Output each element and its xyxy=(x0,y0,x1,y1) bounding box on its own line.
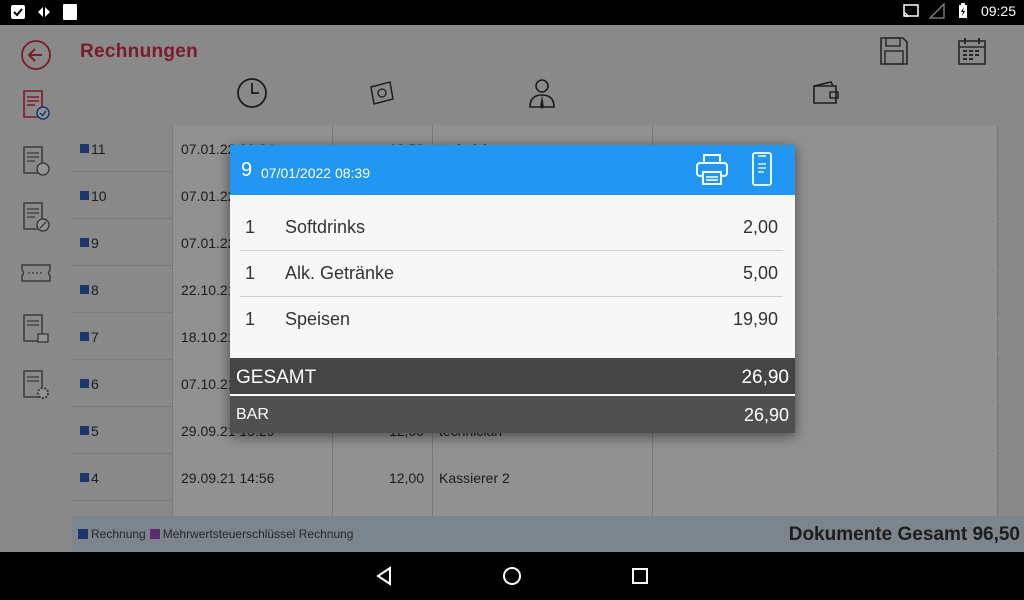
circle-home-icon xyxy=(503,567,521,585)
item-name: Alk. Getränke xyxy=(285,263,395,283)
app-screen: Rechnungen 11 07.01.22 09:04 12,50 techn… xyxy=(0,25,1024,552)
item-quantity: 1 xyxy=(245,263,256,283)
cast-icon xyxy=(903,4,919,18)
nav-home-button[interactable] xyxy=(500,564,524,588)
dialog-items: 1 Softdrinks 2,00 1 Alk. Getränke 5,00 1… xyxy=(230,195,795,358)
send-to-phone-button[interactable] xyxy=(750,152,774,188)
item-quantity: 1 xyxy=(245,217,256,237)
line-item: 1 Softdrinks 2,00 xyxy=(240,205,783,251)
payment-label: BAR xyxy=(236,406,269,423)
payment-value: 26,90 xyxy=(743,405,789,425)
invoice-detail-dialog: 9 07/01/2022 08:39 1 Softdrinks 2,00 1 A… xyxy=(230,145,795,433)
dialog-total-row: GESAMT 26,90 xyxy=(230,358,795,396)
nav-recents-button[interactable] xyxy=(628,564,652,588)
navigation-bar xyxy=(0,552,1024,600)
dialog-header: 9 07/01/2022 08:39 xyxy=(230,145,795,195)
item-quantity: 1 xyxy=(245,309,256,329)
battery-charging-icon xyxy=(958,3,967,18)
line-item: 1 Speisen 19,90 xyxy=(240,297,783,343)
line-item: 1 Alk. Getränke 5,00 xyxy=(240,251,783,297)
square-recents-icon xyxy=(632,568,648,584)
status-bar: 09:25 xyxy=(0,0,1024,25)
total-value: 26,90 xyxy=(741,367,789,388)
status-time: 09:25 xyxy=(980,3,1016,19)
total-label: GESAMT xyxy=(236,367,317,388)
item-name: Softdrinks xyxy=(285,217,366,237)
mobile-receipt-icon xyxy=(752,152,772,186)
invoice-number: 9 xyxy=(241,159,253,181)
invoice-datetime: 07/01/2022 08:39 xyxy=(261,165,370,181)
code-notification-icon xyxy=(38,7,50,17)
checkbox-notification-icon xyxy=(11,5,25,19)
blank-notification-icon xyxy=(63,4,77,20)
signal-icon xyxy=(928,3,945,19)
print-button[interactable] xyxy=(695,153,729,187)
printer-icon xyxy=(696,154,728,185)
item-name: Speisen xyxy=(285,309,351,329)
dialog-payment-row: BAR 26,90 xyxy=(230,396,795,433)
item-price: 2,00 xyxy=(742,217,778,237)
item-price: 5,00 xyxy=(742,263,778,283)
triangle-back-icon xyxy=(376,566,391,586)
nav-back-button[interactable] xyxy=(372,564,396,588)
item-price: 19,90 xyxy=(732,309,778,329)
